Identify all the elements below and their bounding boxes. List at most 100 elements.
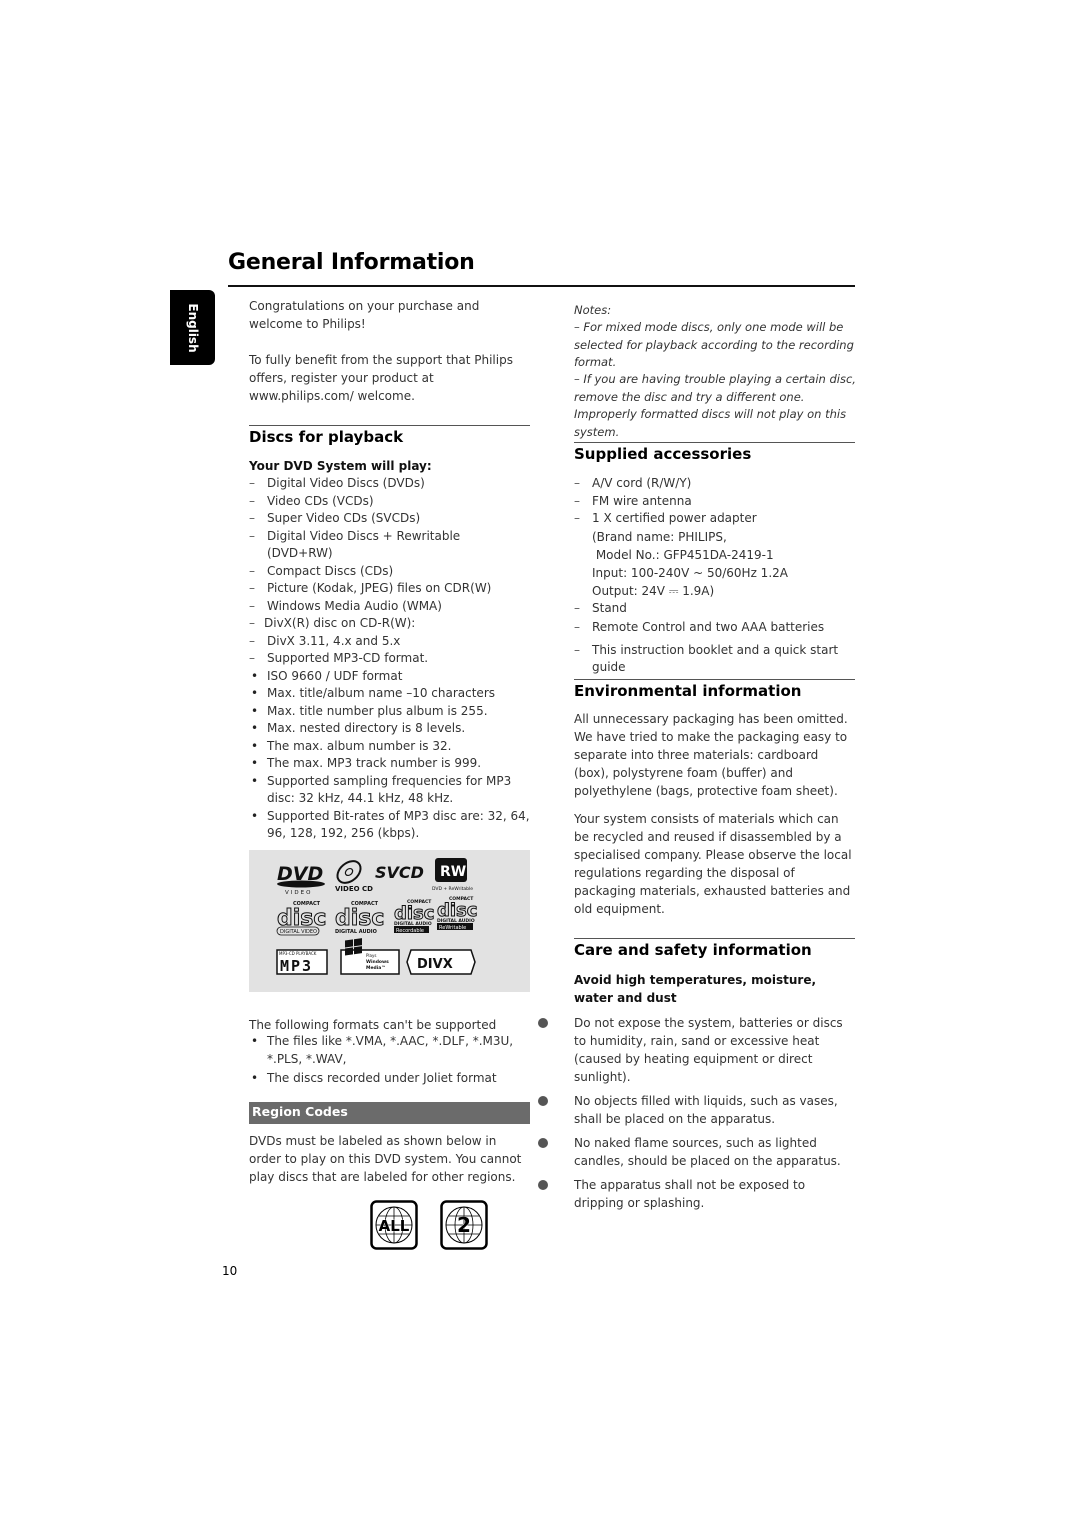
adapter-detail-line: (Brand name: PHILIPS, <box>592 529 727 544</box>
section-divider <box>574 938 855 939</box>
bullet-icon <box>538 1180 548 1190</box>
adapter-detail-line: Output: 24V ⎓ 1.9A) <box>592 583 715 598</box>
discs-heading: Discs for playback <box>249 428 404 446</box>
list-item: A/V cord (R/W/Y) <box>574 475 858 493</box>
list-item: Max. nested directory is 8 levels. <box>249 720 531 738</box>
accessories-list: A/V cord (R/W/Y) FM wire antenna 1 X cer… <box>574 475 858 677</box>
list-item: Super Video CDs (SVCDs) <box>249 510 531 528</box>
region-codes-heading: Region Codes <box>252 1104 348 1119</box>
environment-paragraph-1: All unnecessary packaging has been omitt… <box>574 712 848 798</box>
intro-paragraph-1: Congratulations on your purchase and wel… <box>249 299 480 331</box>
cd-logo-word: disc <box>394 903 434 924</box>
compact-disc-digital-video-logo: COMPACT disc DIGITAL VIDEO <box>277 901 327 936</box>
list-item: Digital Video Discs (DVDs) <box>249 475 531 493</box>
dvd-rw-logo: RW DVD + ReWritable <box>432 858 473 892</box>
rw-logo-subtext: DVD + ReWritable <box>432 886 473 892</box>
discs-subheading: Your DVD System will play: <box>249 459 432 473</box>
plays-windows-media-logo: Plays Windows Media™ <box>340 938 400 975</box>
safety-item-text: Do not expose the system, batteries or d… <box>574 1016 843 1084</box>
safety-subheading: Avoid high temperatures, moisture, water… <box>574 973 817 1005</box>
unsupported-formats-list: The files like *.VMA, *.AAC, *.DLF, *.M3… <box>249 1033 531 1088</box>
list-item: DivX(R) disc on CD-R(W): <box>249 615 531 633</box>
list-item: No naked flame sources, such as lighted … <box>538 1134 856 1170</box>
dvd-video-logo: DVD VIDEO <box>277 863 325 896</box>
list-item: Supported sampling frequencies for MP3 d… <box>249 773 531 808</box>
list-item: No objects filled with liquids, such as … <box>538 1092 856 1128</box>
dvd-logo-subtext: VIDEO <box>285 890 312 896</box>
environment-heading: Environmental information <box>574 682 802 700</box>
region-badge-label: ALL <box>379 1217 410 1235</box>
supported-disc-logos: DVD VIDEO VIDEO CD SVCD RW DVD + ReWrita… <box>249 850 530 992</box>
list-item: The max. MP3 track number is 999. <box>249 755 531 773</box>
list-item: The apparatus shall not be exposed to dr… <box>538 1176 856 1212</box>
list-item: Supported MP3-CD format. <box>249 650 531 668</box>
divx-logo-text: DIVX <box>417 957 453 972</box>
list-item: The max. album number is 32. <box>249 738 531 756</box>
list-item: Digital Video Discs + Rewritable (DVD+RW… <box>249 528 531 563</box>
safety-item-text: No naked flame sources, such as lighted … <box>574 1136 841 1168</box>
region-codes-text: DVDs must be labeled as shown below in o… <box>249 1134 522 1184</box>
divx-logo: DIVX <box>406 949 476 975</box>
cd-logo-word: disc <box>437 900 477 921</box>
compact-disc-recordable-logo: COMPACT disc DIGITAL AUDIO Recordable <box>394 899 435 934</box>
video-cd-logo: VIDEO CD <box>335 860 373 893</box>
list-item: Max. title/album name –10 characters <box>249 685 531 703</box>
list-item: Stand <box>574 600 858 618</box>
cd-logo-label: ReWritable <box>439 925 466 931</box>
language-tab-label: English <box>185 302 200 353</box>
safety-item-text: No objects filled with liquids, such as … <box>574 1094 838 1126</box>
disc-format-list: Digital Video Discs (DVDs) Video CDs (VC… <box>249 475 531 843</box>
page-number: 10 <box>222 1264 238 1278</box>
safety-heading: Care and safety information <box>574 941 812 959</box>
list-item: Remote Control and two AAA batteries <box>574 619 858 637</box>
accessories-heading: Supplied accessories <box>574 445 752 463</box>
bullet-icon <box>538 1096 548 1106</box>
list-item: Video CDs (VCDs) <box>249 493 531 511</box>
unsupported-intro: The following formats can't be supported <box>249 1018 497 1032</box>
list-item: Windows Media Audio (WMA) <box>249 598 531 616</box>
page-title: General Information <box>228 250 475 275</box>
list-item: Max. title number plus album is 255. <box>249 703 531 721</box>
language-tab: English <box>170 290 215 365</box>
mp3-logo-top: MP3-CD PLAYBACK <box>279 951 317 956</box>
list-item: Supported Bit-rates of MP3 disc are: 32,… <box>249 808 531 843</box>
list-item: 1 X certified power adapter <box>574 510 858 528</box>
adapter-detail-line: Input: 100-240V ~ 50/60Hz 1.2A <box>592 565 788 580</box>
bullet-icon <box>538 1138 548 1148</box>
list-item: Compact Discs (CDs) <box>249 563 531 581</box>
list-item: This instruction booklet and a quick sta… <box>574 642 858 677</box>
list-item: FM wire antenna <box>574 493 858 511</box>
section-divider <box>249 425 530 426</box>
safety-list: Do not expose the system, batteries or d… <box>538 1014 856 1218</box>
cd-logo-label: Recordable <box>396 928 424 934</box>
list-item: Do not expose the system, batteries or d… <box>538 1014 856 1086</box>
bullet-icon <box>538 1018 548 1028</box>
wm-logo-line: Windows <box>366 959 389 965</box>
region-badge-2: 2 <box>440 1200 488 1254</box>
dvd-logo-disc <box>277 880 325 888</box>
list-item: ISO 9660 / UDF format <box>249 668 531 686</box>
compact-disc-rewritable-logo: COMPACT disc DIGITAL AUDIO ReWritable <box>437 896 478 931</box>
svcd-logo: SVCD <box>375 863 424 882</box>
notes-label: Notes: <box>574 303 612 317</box>
region-codes-bar: Region Codes <box>249 1102 530 1124</box>
title-divider <box>228 285 855 287</box>
intro-paragraph-2: To fully benefit from the support that P… <box>249 353 513 403</box>
adapter-details: (Brand name: PHILIPS, Model No.: GFP451D… <box>574 528 858 600</box>
cd-logo-word: disc <box>335 906 384 931</box>
compact-disc-digital-audio-logo: COMPACT disc DIGITAL AUDIO <box>335 901 385 935</box>
note-item: – If you are having trouble playing a ce… <box>574 372 856 439</box>
section-divider <box>574 442 855 443</box>
list-item: The files like *.VMA, *.AAC, *.DLF, *.M3… <box>249 1033 531 1068</box>
wm-logo-line: Plays <box>366 953 376 958</box>
list-item: The discs recorded under Joliet format <box>249 1070 531 1088</box>
mp3-logo-text: MP3 <box>280 957 313 975</box>
environment-paragraph-2: Your system consists of materials which … <box>574 812 852 916</box>
cd-logo-label: DIGITAL AUDIO <box>335 929 377 935</box>
region-badge-all: ALL <box>370 1200 418 1254</box>
mp3-cd-playback-logo: MP3-CD PLAYBACK MP3 <box>276 949 328 975</box>
vcd-logo-text: VIDEO CD <box>335 885 373 893</box>
list-item: Picture (Kodak, JPEG) files on CDR(W) <box>249 580 531 598</box>
rw-logo-text: RW <box>440 864 466 880</box>
region-badge-label: 2 <box>457 1213 471 1237</box>
